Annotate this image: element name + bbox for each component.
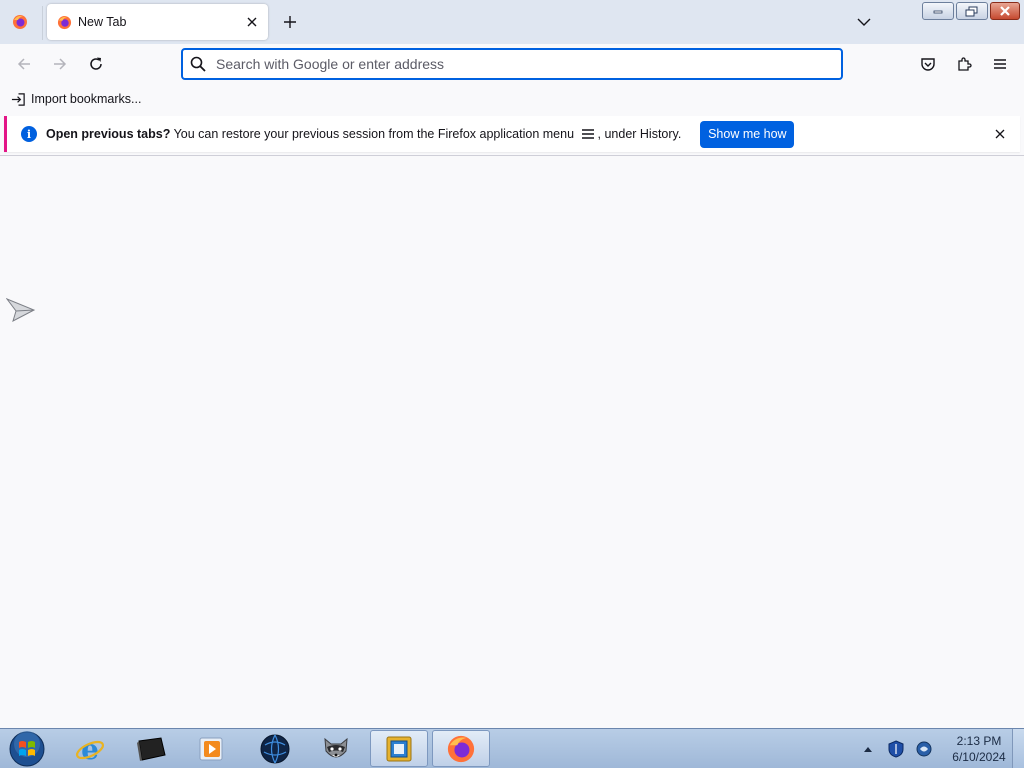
- hamburger-menu-icon: [581, 128, 595, 140]
- session-restore-notification: i Open previous tabs? You can restore yo…: [4, 116, 1020, 152]
- close-window-button[interactable]: [990, 2, 1020, 20]
- taskbar-internet-explorer[interactable]: e: [61, 730, 119, 767]
- tab-new-tab[interactable]: New Tab: [47, 4, 268, 40]
- navigation-toolbar: [0, 44, 1024, 84]
- extensions-button[interactable]: [950, 50, 978, 78]
- bookmarks-toolbar: Import bookmarks...: [0, 84, 1024, 114]
- info-icon: i: [21, 126, 37, 142]
- reload-icon: [90, 57, 102, 70]
- paper-plane-cursor-icon: [6, 298, 36, 322]
- taskbar: e 2:13 PM 6/10/2024: [0, 728, 1024, 768]
- taskbar-firefox[interactable]: [432, 730, 490, 767]
- windows-logo-icon: [9, 731, 45, 767]
- arrow-right-icon: [54, 58, 67, 70]
- close-icon: [1000, 6, 1010, 16]
- restore-button[interactable]: [956, 2, 988, 20]
- window-controls: [922, 2, 1020, 20]
- reload-button[interactable]: [82, 50, 110, 78]
- show-hidden-icons-icon[interactable]: [859, 740, 877, 758]
- tab-separator: [42, 6, 43, 40]
- plus-icon: [284, 16, 296, 28]
- clock-date: 6/10/2024: [952, 750, 1006, 764]
- notification-body: You can restore your previous session fr…: [170, 127, 578, 141]
- firefox-view-button[interactable]: [6, 8, 34, 36]
- app-menu-button[interactable]: [986, 50, 1014, 78]
- start-button[interactable]: [7, 730, 47, 768]
- restore-icon: [965, 6, 978, 16]
- pocket-icon: [921, 58, 935, 71]
- import-icon: [10, 91, 26, 107]
- system-clock[interactable]: 2:13 PM 6/10/2024: [948, 733, 1010, 765]
- show-desktop-button[interactable]: [1012, 729, 1024, 768]
- minimize-button[interactable]: [922, 2, 954, 20]
- forward-button[interactable]: [46, 50, 74, 78]
- address-bar[interactable]: [181, 48, 843, 80]
- file-manager-icon: [386, 736, 412, 761]
- taskbar-raccoon-app[interactable]: [307, 730, 365, 767]
- tab-strip: New Tab: [0, 0, 1024, 44]
- search-icon: [189, 55, 207, 73]
- internet-explorer-icon: e: [75, 733, 105, 765]
- media-player-icon: [199, 737, 223, 760]
- taskbar-globe-app[interactable]: [246, 730, 304, 767]
- terminal-icon: [137, 736, 166, 761]
- arrow-left-icon: [17, 58, 30, 70]
- tab-label: New Tab: [78, 15, 127, 29]
- shield-icon[interactable]: [887, 740, 905, 758]
- puzzle-icon: [958, 57, 972, 71]
- minimize-icon: [933, 10, 943, 14]
- pocket-button[interactable]: [914, 50, 942, 78]
- chevron-down-icon: [857, 18, 871, 26]
- taskbar-terminal[interactable]: [122, 730, 180, 767]
- taskbar-media-player[interactable]: [183, 730, 241, 767]
- back-button[interactable]: [10, 50, 38, 78]
- notification-message: Open previous tabs? You can restore your…: [46, 127, 681, 141]
- import-bookmarks-label: Import bookmarks...: [31, 92, 142, 106]
- firefox-icon: [13, 15, 27, 29]
- firefox-icon: [447, 735, 475, 762]
- page-content[interactable]: [0, 156, 1024, 728]
- show-me-how-button[interactable]: Show me how: [700, 120, 795, 148]
- list-all-tabs-button[interactable]: [852, 10, 876, 34]
- import-bookmarks-button[interactable]: Import bookmarks...: [10, 89, 141, 109]
- new-tab-button[interactable]: [277, 9, 303, 35]
- address-input[interactable]: [216, 56, 816, 72]
- network-icon[interactable]: [915, 740, 933, 758]
- system-tray: 2:13 PM 6/10/2024: [854, 729, 1010, 768]
- firefox-icon: [56, 14, 72, 30]
- close-notification-icon[interactable]: [990, 124, 1010, 144]
- hamburger-menu-icon: [994, 59, 1006, 69]
- notification-body-end: , under History.: [597, 127, 682, 141]
- close-tab-icon[interactable]: [240, 10, 264, 34]
- globe-icon: [260, 734, 290, 763]
- clock-time: 2:13 PM: [956, 734, 1002, 748]
- raccoon-icon: [324, 737, 348, 757]
- taskbar-file-manager[interactable]: [370, 730, 428, 767]
- notification-title: Open previous tabs?: [46, 127, 171, 141]
- svg-text:e: e: [81, 733, 99, 765]
